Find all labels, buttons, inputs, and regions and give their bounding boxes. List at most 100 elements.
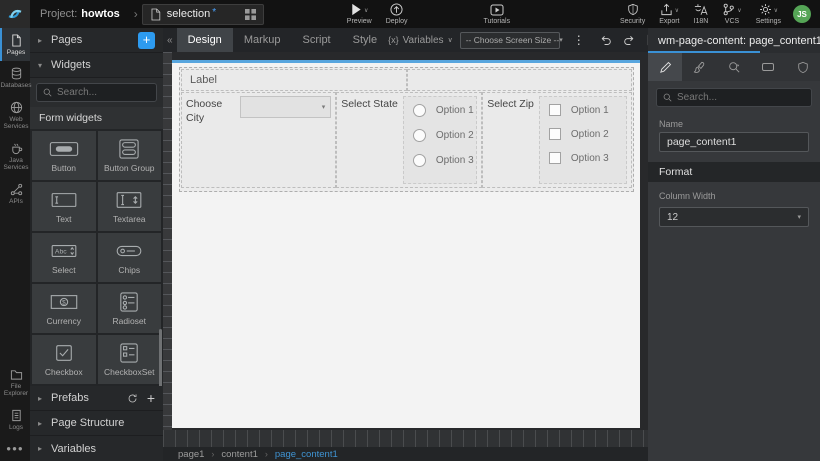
page-content-container[interactable]: Label Choose City ▾ Select State O: [179, 67, 634, 192]
tab-security[interactable]: [786, 53, 820, 81]
tab-device[interactable]: [751, 53, 785, 81]
empty-cell[interactable]: [407, 69, 633, 91]
user-avatar[interactable]: JS: [793, 5, 811, 23]
rail-item-databases[interactable]: Databases: [0, 61, 30, 94]
prefabs-section-header[interactable]: ▸ Prefabs +: [30, 386, 163, 411]
tab-script[interactable]: Script: [292, 28, 342, 52]
widget-tile-radioset[interactable]: Radioset: [98, 284, 162, 333]
column-width-select[interactable]: 12 ▾: [659, 207, 809, 227]
state-radioset[interactable]: Option 1 Option 2 Option 3: [403, 96, 477, 184]
widget-tile-checkbox[interactable]: Checkbox: [32, 335, 96, 384]
page-tab-selection[interactable]: selection *: [142, 4, 264, 25]
choose-city-column[interactable]: Choose City ▾: [181, 92, 336, 188]
variables-dropdown[interactable]: {x} Variables ∨: [388, 35, 453, 46]
wavemaker-logo[interactable]: [0, 0, 30, 28]
tab-markup[interactable]: Markup: [233, 28, 292, 52]
rail-item-logs[interactable]: Logs: [0, 403, 30, 436]
widget-tile-button-group[interactable]: Button Group: [98, 131, 162, 180]
device-icon: [761, 61, 775, 73]
widget-tile-text[interactable]: Text: [32, 182, 96, 231]
widget-tile-chips[interactable]: Chips: [98, 233, 162, 282]
rail-item-pages[interactable]: Pages: [0, 28, 30, 61]
chevron-down-icon: ∨: [774, 8, 778, 14]
widget-tile-button[interactable]: Button: [32, 131, 96, 180]
rail-item-file-explorer[interactable]: File Explorer: [0, 362, 30, 403]
widget-tile-currency[interactable]: $ Currency: [32, 284, 96, 333]
undo-icon[interactable]: [599, 34, 612, 46]
name-field[interactable]: [659, 132, 809, 152]
translate-icon: [694, 3, 708, 16]
export-button[interactable]: ∨ Export: [652, 0, 686, 28]
add-prefab-button[interactable]: +: [147, 392, 155, 404]
kebab-menu-icon[interactable]: ⋮: [567, 33, 591, 47]
radio-icon[interactable]: [413, 129, 426, 142]
rail-item-web-services[interactable]: Web Services: [0, 95, 30, 136]
property-search: [656, 88, 812, 107]
breadcrumb: page1 › content1 › page_content1: [163, 447, 648, 461]
rail-item-apis[interactable]: APIs: [0, 177, 30, 210]
widget-list-scrollbar[interactable]: [159, 329, 162, 386]
widgets-section-header[interactable]: ▾ Widgets: [30, 53, 163, 78]
tab-design[interactable]: Design: [177, 28, 233, 52]
tab-properties[interactable]: [648, 53, 682, 81]
zip-checkboxset[interactable]: Option 1 Option 2 Option 3: [539, 96, 627, 184]
checkbox-option[interactable]: Option 1: [549, 104, 626, 116]
add-page-button[interactable]: +: [138, 32, 155, 49]
security-button[interactable]: Security: [613, 0, 652, 28]
settings-button[interactable]: ∨ Settings: [749, 0, 788, 28]
checkbox-icon[interactable]: [549, 152, 561, 164]
select-state-column[interactable]: Select State Option 1 Option 2 Option: [336, 92, 482, 188]
radio-icon[interactable]: [413, 104, 426, 117]
grid-icon[interactable]: [245, 9, 256, 20]
more-options-ellipsis-icon[interactable]: ●●●: [0, 436, 30, 461]
widget-tile-checkboxset[interactable]: CheckboxSet: [98, 335, 162, 384]
page-canvas[interactable]: Label Choose City ▾ Select State O: [172, 60, 640, 428]
property-search-input[interactable]: [677, 92, 805, 103]
pencil-icon: [659, 61, 672, 74]
design-canvas-area: « Design Markup Script Style {x} Variabl…: [163, 28, 648, 461]
currency-widget-icon: $: [48, 292, 80, 312]
breadcrumb-item-page1[interactable]: page1: [178, 449, 204, 460]
caret-down-icon: ▾: [797, 213, 801, 221]
preview-button[interactable]: ∨ Preview: [340, 0, 379, 28]
left-icon-rail: Pages Databases Web Services Java Servic…: [0, 28, 30, 461]
variables-icon: {x}: [388, 35, 399, 45]
canvas-toolbar: « Design Markup Script Style {x} Variabl…: [163, 28, 648, 52]
checkbox-icon[interactable]: [549, 104, 561, 116]
i18n-button[interactable]: I18N: [687, 0, 716, 28]
label-widget[interactable]: Label: [181, 69, 407, 91]
breadcrumb-item-content1[interactable]: content1: [221, 449, 257, 460]
widget-tile-textarea[interactable]: Textarea: [98, 182, 162, 231]
breadcrumb-item-page-content1[interactable]: page_content1: [275, 449, 338, 460]
radio-option[interactable]: Option 2: [413, 129, 476, 142]
radio-option[interactable]: Option 3: [413, 154, 476, 167]
rail-item-java-services[interactable]: Java Services: [0, 136, 30, 177]
checkbox-option[interactable]: Option 2: [549, 128, 626, 140]
widget-search-input[interactable]: [57, 87, 150, 98]
radio-icon[interactable]: [413, 154, 426, 167]
deploy-button[interactable]: Deploy: [379, 0, 415, 28]
variables-section-header[interactable]: ▸ Variables: [30, 436, 163, 461]
page-structure-section-header[interactable]: ▸ Page Structure: [30, 411, 163, 436]
screen-size-select[interactable]: -- Choose Screen Size -- ▾: [460, 32, 560, 49]
collapsed-arrow-icon: ▸: [38, 419, 45, 428]
page-icon: [150, 8, 161, 21]
vcs-button[interactable]: ∨ VCS: [715, 0, 748, 28]
checkbox-icon[interactable]: [549, 128, 561, 140]
name-field-label: Name: [648, 110, 820, 132]
button-group-widget-icon: [113, 139, 145, 159]
radio-option[interactable]: Option 1: [413, 104, 476, 117]
tutorials-button[interactable]: Tutorials: [477, 0, 518, 28]
select-zip-label: Select Zip: [487, 96, 534, 184]
redo-icon[interactable]: [623, 34, 636, 46]
select-zip-column[interactable]: Select Zip Option 1 Option 2 Option 3: [482, 92, 632, 188]
widget-tile-select[interactable]: Abc Select: [32, 233, 96, 282]
city-select[interactable]: ▾: [240, 96, 331, 118]
tab-styles[interactable]: [682, 53, 716, 81]
tab-events[interactable]: [717, 53, 751, 81]
pages-section-header[interactable]: ▸ Pages +: [30, 28, 163, 53]
tab-style[interactable]: Style: [342, 28, 388, 52]
checkbox-option[interactable]: Option 3: [549, 152, 626, 164]
collapse-left-panel-button[interactable]: «: [163, 35, 177, 46]
refresh-icon[interactable]: [127, 393, 138, 404]
